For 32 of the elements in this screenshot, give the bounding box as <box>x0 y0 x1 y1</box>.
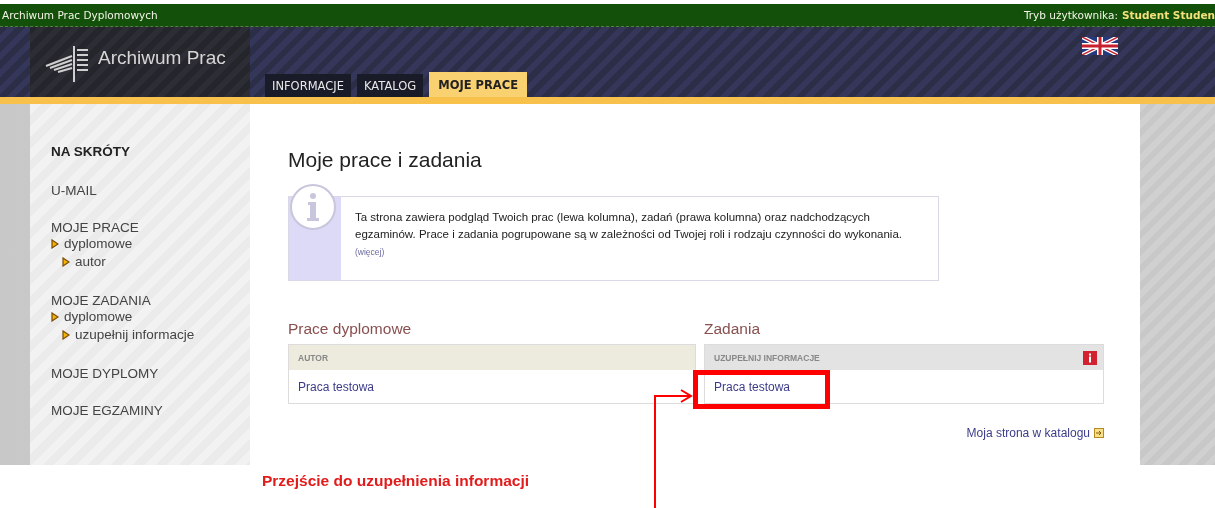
sidebar-subitem[interactable]: uzupełnij informacje <box>75 326 195 344</box>
annotation-text: Przejście do uzupełnienia informacji <box>262 472 529 490</box>
column-title: Zadania <box>704 320 761 338</box>
logo[interactable]: Archiwum Prac <box>30 27 250 97</box>
sidebar-item[interactable]: MOJE EGZAMINY <box>51 403 163 418</box>
arrow-box-icon <box>1094 428 1104 438</box>
group-header: AUTOR <box>298 352 329 363</box>
sidebar-item[interactable]: MOJE ZADANIA <box>51 293 151 308</box>
sidebar-item[interactable]: U-MAIL <box>51 183 97 198</box>
work-link[interactable]: Praca testowa <box>714 379 791 394</box>
user-mode-label: Tryb użytkownika: <box>1023 9 1118 21</box>
group-header: UZUPEŁNIJ INFORMACJE <box>714 352 820 363</box>
column-title: Prace dyplomowe <box>288 320 413 338</box>
sidebar-subitem[interactable]: autor <box>75 253 106 271</box>
info-icon <box>289 183 337 231</box>
sidebar-item[interactable]: MOJE DYPLOMY <box>51 366 159 381</box>
nav-tab[interactable]: KATALOG <box>356 74 424 97</box>
logo-icon <box>44 44 90 84</box>
sidebar-subitem[interactable]: dyplomowe <box>64 235 133 253</box>
more-link[interactable]: (więcej) <box>355 244 385 261</box>
uk-flag-icon[interactable] <box>1082 37 1118 55</box>
nav-tab[interactable]: INFORMACJE <box>265 74 351 97</box>
info-text: Ta strona zawiera podgląd Twoich prac (lewa kolumna), zadań (prawa kolumna) oraz nadchodzących egzaminów. Prace i zadania pogrupowane są w zależności od Twojej roli i rodzaju czynności do wykonania. <box>355 210 903 242</box>
page-title: Moje prace i zadania <box>288 148 483 172</box>
sidebar-subitem[interactable]: dyplomowe <box>64 308 133 326</box>
work-link[interactable]: Praca testowa <box>298 379 375 394</box>
user-name: Student Studen <box>1122 9 1215 21</box>
nav-tab[interactable]: MOJE PRACE <box>429 72 528 97</box>
catalog-link[interactable]: Moja strona w katalogu <box>966 426 1090 440</box>
sidebar-heading: NA SKRÓTY <box>51 144 131 159</box>
site-title: Archiwum Prac Dyplomowych <box>2 9 158 21</box>
sidebar-item[interactable]: MOJE PRACE <box>51 220 139 235</box>
